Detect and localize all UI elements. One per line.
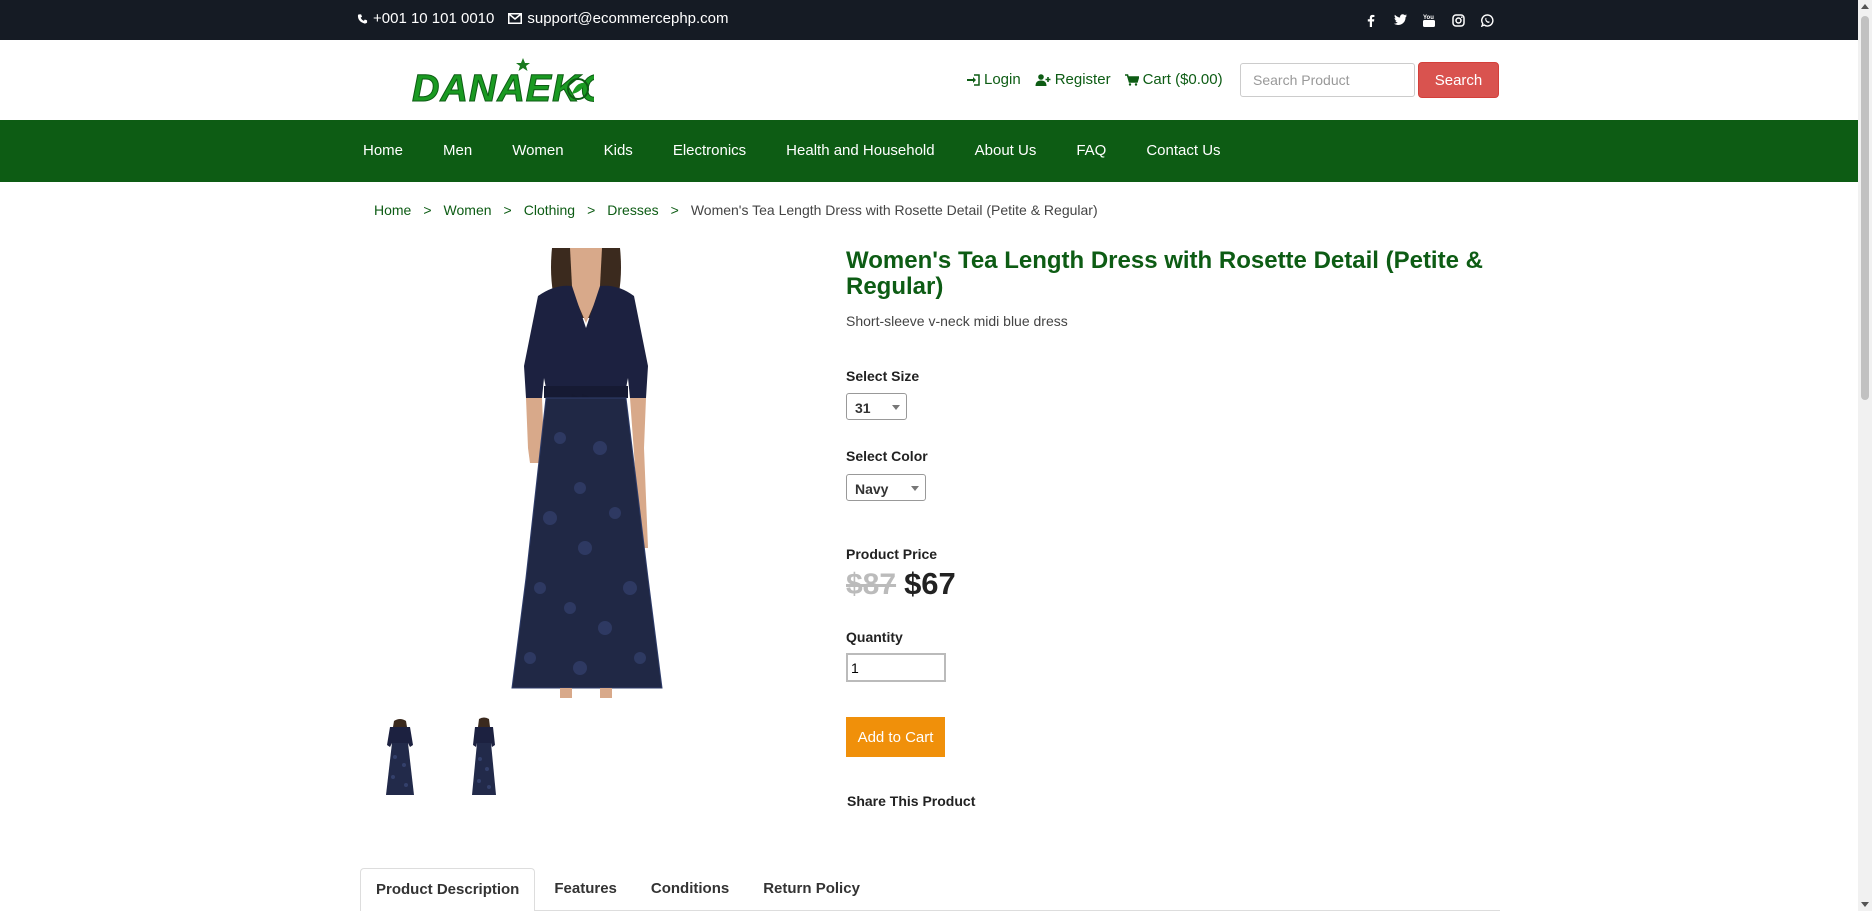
breadcrumb: Home > Women > Clothing > Dresses > Wome… <box>374 202 1098 218</box>
instagram-icon[interactable] <box>1450 12 1466 28</box>
scroll-down-icon[interactable] <box>1861 902 1869 907</box>
size-select-value: 31 <box>855 400 871 416</box>
quantity-label: Quantity <box>846 629 903 645</box>
product-subtitle: Short-sleeve v-neck midi blue dress <box>846 313 1068 329</box>
svg-text:DANAEKO: DANAEKO <box>412 68 594 106</box>
share-product-label: Share This Product <box>847 793 976 809</box>
social-links: You <box>1350 12 1495 28</box>
user-plus-icon <box>1035 73 1051 86</box>
product-title: Women's Tea Length Dress with Rosette De… <box>846 247 1483 300</box>
chevron-down-icon <box>911 486 919 491</box>
add-to-cart-button[interactable]: Add to Cart <box>846 717 945 757</box>
nav-item-women[interactable]: Women <box>492 120 583 182</box>
nav-item-home[interactable]: Home <box>343 120 423 182</box>
breadcrumb-home[interactable]: Home <box>374 202 411 218</box>
breadcrumb-current: Women's Tea Length Dress with Rosette De… <box>690 202 1098 218</box>
nav-item-men[interactable]: Men <box>423 120 492 182</box>
size-select[interactable]: 31 <box>846 393 907 420</box>
color-label: Select Color <box>846 448 928 464</box>
main-nav: Home Men Women Kids Electronics Health a… <box>0 120 1858 182</box>
breadcrumb-separator: > <box>670 202 679 218</box>
youtube-icon[interactable]: You <box>1421 12 1437 28</box>
price-label: Product Price <box>846 546 938 562</box>
tab-features[interactable]: Features <box>539 868 632 911</box>
user-links: Login Register Cart ($0.00) <box>967 71 1237 88</box>
cart-label: Cart ($0.00) <box>1142 71 1223 88</box>
phone-contact: +001 10 101 0010 <box>357 10 494 27</box>
nav-item-health-and-household[interactable]: Health and Household <box>766 120 954 182</box>
page-scrollbar[interactable] <box>1858 0 1872 911</box>
phone-number: +001 10 101 0010 <box>373 10 495 27</box>
facebook-icon[interactable] <box>1363 12 1379 28</box>
top-bar: +001 10 101 0010 support@ecommercephp.co… <box>0 0 1858 40</box>
product-tabs: Product Description Features Conditions … <box>360 868 1500 911</box>
breadcrumb-women[interactable]: Women <box>444 202 492 218</box>
breadcrumb-dresses[interactable]: Dresses <box>607 202 658 218</box>
color-select-value: Navy <box>855 481 889 497</box>
price-row: $87 $67 <box>846 566 956 602</box>
breadcrumb-separator: > <box>423 202 432 218</box>
product-main-image[interactable] <box>500 248 672 698</box>
scroll-up-icon[interactable] <box>1861 4 1869 9</box>
login-label: Login <box>984 71 1021 88</box>
chevron-down-icon <box>892 405 900 410</box>
email-contact[interactable]: support@ecommercephp.com <box>508 10 729 27</box>
product-thumbnail-back[interactable] <box>464 717 504 799</box>
tab-product-description[interactable]: Product Description <box>360 868 536 911</box>
scrollbar-thumb[interactable] <box>1861 16 1869 400</box>
whatsapp-icon[interactable] <box>1479 12 1495 28</box>
breadcrumb-separator: > <box>587 202 596 218</box>
product-thumbnail-front[interactable] <box>380 717 420 799</box>
search-button[interactable]: Search <box>1418 62 1499 98</box>
register-link[interactable]: Register <box>1035 71 1111 88</box>
nav-item-kids[interactable]: Kids <box>584 120 653 182</box>
old-price: $87 <box>846 568 897 601</box>
contact-info: +001 10 101 0010 support@ecommercephp.co… <box>357 10 743 27</box>
breadcrumb-clothing[interactable]: Clothing <box>524 202 575 218</box>
size-label: Select Size <box>846 368 920 384</box>
tab-return-policy[interactable]: Return Policy <box>748 868 875 911</box>
nav-item-electronics[interactable]: Electronics <box>653 120 766 182</box>
cart-link[interactable]: Cart ($0.00) <box>1124 71 1223 88</box>
current-price: $67 <box>904 566 956 601</box>
cart-icon <box>1124 73 1139 86</box>
nav-item-about-us[interactable]: About Us <box>955 120 1057 182</box>
quantity-input[interactable] <box>846 653 946 682</box>
breadcrumb-separator: > <box>503 202 512 218</box>
twitter-icon[interactable] <box>1392 12 1408 28</box>
nav-item-contact-us[interactable]: Contact Us <box>1126 120 1240 182</box>
register-label: Register <box>1054 71 1111 88</box>
email-address: support@ecommercephp.com <box>527 10 729 27</box>
site-header: DANAEKO Login Register Cart ($0.00) Sear… <box>0 40 1858 120</box>
sign-in-icon <box>967 73 980 86</box>
envelope-icon <box>508 13 523 24</box>
login-link[interactable]: Login <box>967 71 1021 88</box>
nav-item-faq[interactable]: FAQ <box>1056 120 1126 182</box>
color-select[interactable]: Navy <box>846 474 926 501</box>
phone-icon <box>357 13 368 24</box>
site-logo[interactable]: DANAEKO <box>410 56 611 111</box>
tab-conditions[interactable]: Conditions <box>636 868 744 911</box>
search-input[interactable] <box>1240 63 1415 97</box>
